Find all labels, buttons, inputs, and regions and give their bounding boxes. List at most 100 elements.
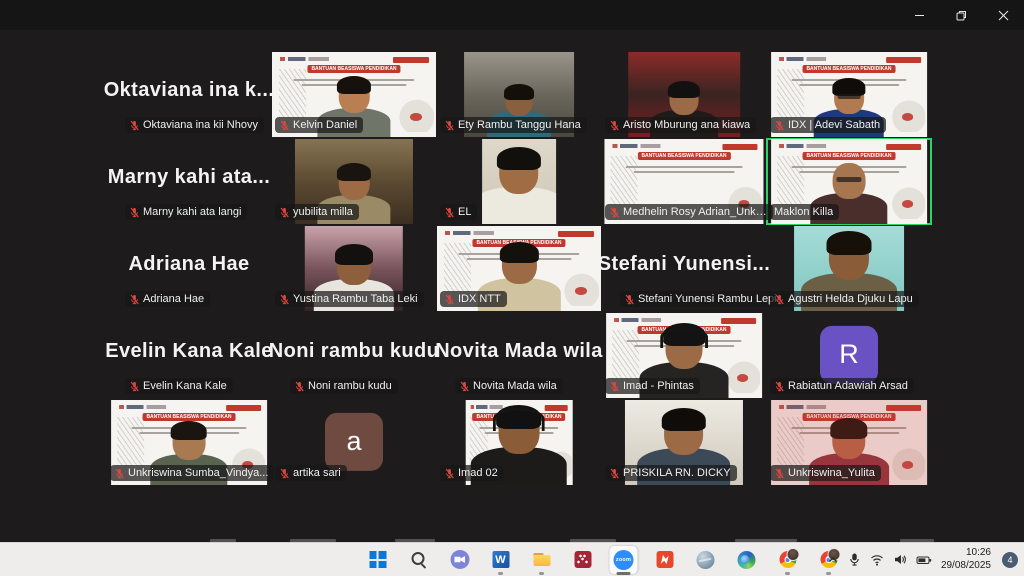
muted-mic-icon (279, 468, 290, 479)
participant-tile[interactable]: PRISKILA RN. DICKY (602, 400, 766, 485)
muted-mic-icon (294, 381, 305, 392)
participant-name-chip: Marny kahi ata langi (125, 204, 247, 220)
edge-browser-icon[interactable] (733, 546, 761, 574)
participant-name: yubilita milla (293, 206, 353, 218)
participant-display-name: Oktaviana ina k... (104, 79, 275, 102)
muted-mic-icon (114, 468, 125, 479)
participant-name: Ety Rambu Tanggu Hana (458, 119, 581, 131)
participant-tile[interactable]: Marny kahi ata... Marny kahi ata langi (107, 139, 271, 224)
participant-tile[interactable]: RRabiatun Adawiah Arsad (767, 313, 931, 398)
participant-tile[interactable]: Aristo Mburung ana kiawa (602, 52, 766, 137)
participant-tile[interactable]: Ety Rambu Tanggu Hana (437, 52, 601, 137)
muted-mic-icon (444, 294, 455, 305)
participant-name-chip: Stefani Yunensi Rambu Lepir (620, 291, 786, 307)
participant-tile[interactable]: BANTUAN BEASISWA PENDIDIKANMedhelin Rosy… (602, 139, 766, 224)
participant-name-chip: EL (440, 204, 477, 220)
minimize-icon (914, 10, 925, 21)
redapp-glyph (574, 551, 591, 568)
volume-icon[interactable] (893, 553, 907, 566)
participant-name: IDX | Adevi Sabath (788, 119, 880, 131)
participant-name-chip: Kelvin Daniel (275, 117, 363, 133)
participant-display-name: Noni rambu kudu (269, 340, 439, 363)
muted-mic-icon (774, 381, 785, 392)
muted-mic-icon (609, 207, 620, 218)
participant-name-chip: Novita Mada wila (455, 378, 563, 394)
muted-mic-icon (609, 120, 620, 131)
muted-mic-icon (624, 294, 635, 305)
participant-tile[interactable]: aartika sari (272, 400, 436, 485)
participant-name-chip: Evelin Kana Kale (125, 378, 233, 394)
participant-name-chip: Agustri Helda Djuku Lapu (770, 291, 919, 307)
start-glyph (369, 551, 386, 568)
participant-name-chip: yubilita milla (275, 204, 359, 220)
search-button-icon[interactable] (405, 546, 433, 574)
chevron-up-icon[interactable] (827, 554, 839, 566)
battery-icon[interactable] (916, 554, 932, 566)
notification-badge[interactable]: 4 (1002, 552, 1018, 568)
restore-button[interactable] (940, 0, 982, 30)
participant-tile[interactable]: Agustri Helda Djuku Lapu (767, 226, 931, 311)
close-button[interactable] (982, 0, 1024, 30)
participant-name-chip: Oktaviana ina kii Nhovy (125, 117, 264, 133)
muted-mic-icon (444, 468, 455, 479)
participant-tile[interactable]: Oktaviana ina k...Oktaviana ina kii Nhov… (107, 52, 271, 137)
participant-display-name: Evelin Kana Kale (105, 340, 273, 363)
microphone-icon[interactable] (848, 553, 861, 566)
participant-display-name: Marny kahi ata... (108, 166, 270, 189)
word-glyph (492, 551, 509, 568)
participant-video (482, 139, 556, 224)
participant-tile[interactable]: BANTUAN BEASISWA PENDIDIKANImad - Phinta… (602, 313, 766, 398)
muted-mic-icon (129, 120, 140, 131)
muted-mic-icon (279, 294, 290, 305)
participant-tile[interactable]: BANTUAN BEASISWA PENDIDIKANIDX NTT (437, 226, 601, 311)
muted-mic-icon (129, 294, 140, 305)
participant-name-chip: Medhelin Rosy Adrian_Unkri... (605, 204, 773, 220)
globe-app-icon[interactable] (692, 546, 720, 574)
chat-app-icon[interactable] (446, 546, 474, 574)
word-app-icon[interactable] (487, 546, 515, 574)
taskbar: zoom 10:26 29/08/2025 4 (0, 542, 1024, 576)
participant-grid: Oktaviana ina k... Oktaviana ina kii Nhov… (107, 52, 931, 485)
participant-tile[interactable]: BANTUAN BEASISWA PENDIDIKANImad 02 (437, 400, 601, 485)
pdf-app-icon[interactable] (651, 546, 679, 574)
participant-tile[interactable]: BANTUAN BEASISWA PENDIDIKANUnkriswina_Yu… (767, 400, 931, 485)
titlebar (0, 0, 1024, 30)
search-glyph (410, 551, 427, 568)
participant-tile[interactable]: EL (437, 139, 601, 224)
chrome-glyph (779, 551, 796, 568)
red-app-icon[interactable] (569, 546, 597, 574)
participant-name-chip: Imad - Phintas (605, 378, 700, 394)
participant-tile[interactable]: Noni rambu kudu Noni rambu kudu (272, 313, 436, 398)
clock[interactable]: 10:26 29/08/2025 (941, 547, 991, 572)
participant-tile[interactable]: BANTUAN BEASISWA PENDIDIKANMaklon Killa (767, 139, 931, 224)
start-button-icon[interactable] (364, 546, 392, 574)
participant-name: artika sari (293, 467, 341, 479)
participant-tile[interactable]: BANTUAN BEASISWA PENDIDIKANUnkriswina Su… (107, 400, 271, 485)
participant-tile[interactable]: Evelin Kana Kale Evelin Kana Kale (107, 313, 271, 398)
tray-time: 10:26 (941, 547, 991, 560)
window-controls (898, 0, 1024, 30)
avatar: R (820, 325, 878, 383)
participant-name: PRISKILA RN. DICKY (623, 467, 731, 479)
minimize-button[interactable] (898, 0, 940, 30)
participant-tile[interactable]: Adriana HaeAdriana Hae (107, 226, 271, 311)
participant-tile[interactable]: Stefani Yunensi...Stefani Yunensi Rambu … (602, 226, 766, 311)
participant-tile[interactable]: BANTUAN BEASISWA PENDIDIKANIDX | Adevi S… (767, 52, 931, 137)
participant-tile[interactable]: yubilita milla (272, 139, 436, 224)
wifi-icon[interactable] (870, 553, 884, 566)
participant-person (482, 140, 556, 224)
participant-tile[interactable]: Novita Mada wilaNovita Mada wila (437, 313, 601, 398)
file-explorer-icon[interactable] (528, 546, 556, 574)
taskbar-apps: zoom (364, 543, 843, 576)
system-tray: 10:26 29/08/2025 4 (827, 543, 1018, 576)
slide-banner: BANTUAN BEASISWA PENDIDIKAN (637, 152, 730, 160)
participant-display-name: Stefani Yunensi... (598, 253, 770, 276)
zoom-app-icon[interactable]: zoom (610, 546, 638, 574)
participant-name-chip: Adriana Hae (125, 291, 210, 307)
participant-name: Noni rambu kudu (308, 380, 392, 392)
participant-tile[interactable]: Yustina Rambu Taba Leki (272, 226, 436, 311)
participant-tile[interactable]: BANTUAN BEASISWA PENDIDIKANKelvin Daniel (272, 52, 436, 137)
participant-name: Maklon Killa (774, 206, 833, 218)
chrome-profile-1-icon[interactable] (774, 546, 802, 574)
participant-name-chip: Rabiatun Adawiah Arsad (770, 378, 914, 394)
